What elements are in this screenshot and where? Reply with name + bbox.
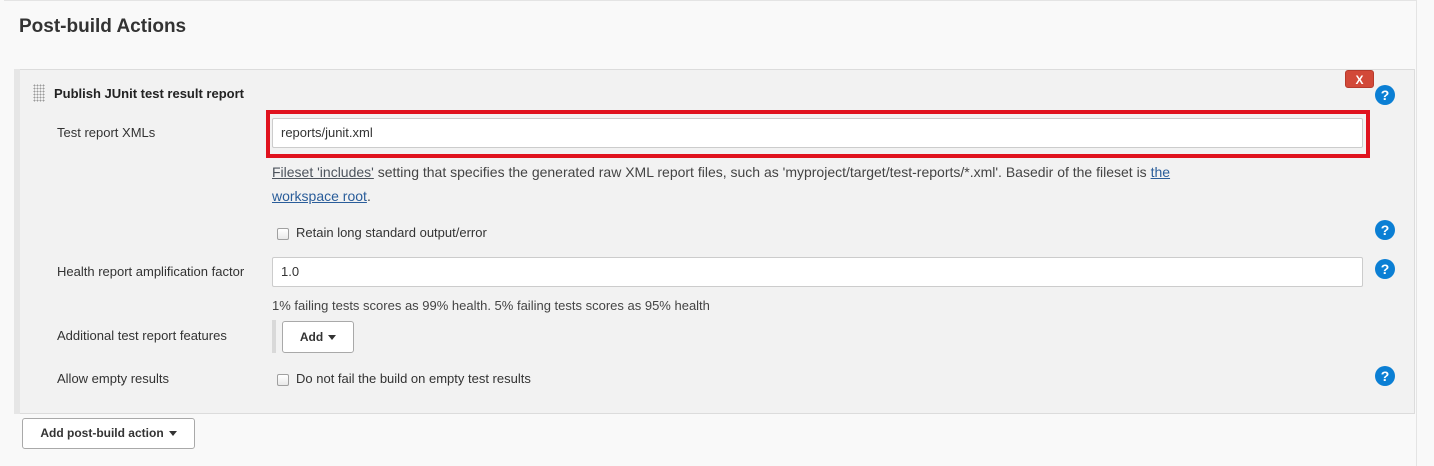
retain-output-checkbox[interactable]	[277, 228, 289, 240]
health-factor-hint: 1% failing tests scores as 99% health. 5…	[272, 298, 710, 313]
retain-output-label: Retain long standard output/error	[296, 225, 487, 240]
section-title: Post-build Actions	[19, 16, 187, 37]
test-report-xmls-input[interactable]: reports/junit.xml	[272, 118, 1363, 148]
add-feature-button-label: Add	[299, 330, 324, 344]
step-title: Publish JUnit test result report	[54, 86, 244, 101]
drag-handle-icon[interactable]	[33, 84, 45, 102]
workspace-root-link-part2[interactable]: workspace root	[272, 188, 367, 204]
allow-empty-checkbox-label: Do not fail the build on empty test resu…	[296, 371, 531, 386]
right-divider	[1416, 0, 1417, 466]
additional-features-label: Additional test report features	[57, 328, 227, 343]
health-factor-label: Health report amplification factor	[57, 264, 245, 279]
workspace-root-link-part1[interactable]: the	[1151, 164, 1170, 180]
test-report-xmls-description: Fileset 'includes' setting that specifie…	[272, 160, 1352, 208]
add-feature-button[interactable]: Add	[282, 321, 354, 353]
caret-down-icon	[328, 335, 337, 341]
caret-down-icon	[168, 431, 177, 437]
delete-step-button[interactable]: X	[1345, 70, 1374, 88]
post-build-actions-page: Post-build Actions Publish JUnit test re…	[0, 0, 1434, 466]
help-icon-health-factor[interactable]: ?	[1375, 259, 1395, 279]
allow-empty-label: Allow empty results	[57, 371, 169, 386]
test-report-xmls-label: Test report XMLs	[57, 125, 156, 140]
add-post-build-action-button[interactable]: Add post-build action	[22, 418, 195, 449]
add-post-build-action-label: Add post-build action	[40, 426, 164, 440]
help-icon-step[interactable]: ?	[1375, 85, 1395, 105]
panel-left-bar	[14, 69, 20, 414]
health-factor-input[interactable]: 1.0	[272, 257, 1363, 287]
fileset-includes-link[interactable]: Fileset 'includes'	[272, 164, 374, 180]
top-divider	[4, 0, 1416, 1]
add-features-bar	[272, 320, 276, 353]
description-text: setting that specifies the generated raw…	[373, 164, 1151, 180]
allow-empty-checkbox[interactable]	[277, 374, 289, 386]
help-icon-retain-output[interactable]: ?	[1375, 220, 1395, 240]
help-icon-allow-empty[interactable]: ?	[1375, 366, 1395, 386]
description-end: .	[366, 188, 371, 204]
